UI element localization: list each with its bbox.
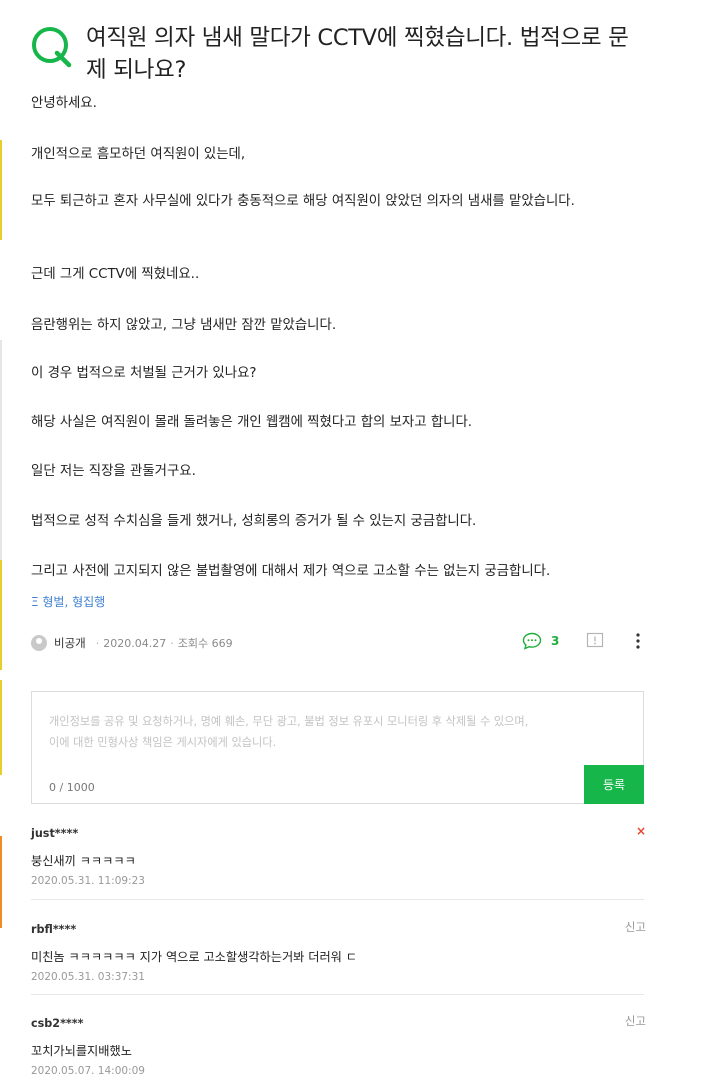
comment-form[interactable]: 개인정보를 공유 및 요청하거나, 명예 훼손, 무단 광고, 불법 정보 유포… [31,691,644,804]
comment-text: 꼬치가뇌를지배했노 [31,1044,132,1058]
body-paragraph: 법적으로 성적 수치심을 들게 했거나, 성희롱의 증거가 될 수 있는지 궁금… [31,514,477,529]
comment-date: 2020.05.07. 14:00:09 [31,1065,145,1077]
avatar-icon [31,635,47,651]
report-icon[interactable] [586,632,604,650]
left-edge-mark-gray-1 [0,340,2,560]
comment-bubble-icon[interactable] [522,632,542,650]
body-paragraph: 모두 퇴근하고 혼자 사무실에 있다가 충동적으로 해당 여직원이 앉았던 의자… [31,194,575,209]
character-counter: 0 / 1000 [49,781,95,794]
question-actions: 3 [522,632,640,650]
submit-comment-button[interactable]: 등록 [584,765,644,804]
question-q-icon [32,27,72,68]
left-edge-mark-yellow-2 [0,560,2,670]
question-title: 여직원 의자 냄새 말다가 CCTV에 찍혔습니다. 법적으로 문 제 되나요? [86,22,686,86]
view-count: 조회수 669 [177,637,233,650]
comment-divider [31,899,644,900]
question-title-line-1: 여직원 의자 냄새 말다가 CCTV에 찍혔습니다. 법적으로 문 [86,25,629,51]
left-edge-mark-yellow-1 [0,140,2,240]
placeholder-line-2: 이에 대한 민형사상 책임은 게시자에게 있습니다. [49,736,277,749]
placeholder-line-1: 개인정보를 공유 및 요청하거나, 명예 훼손, 무단 광고, 불법 정보 유포… [49,715,529,728]
comment-user-id[interactable]: csb2**** [31,1017,646,1030]
comment-input-placeholder[interactable]: 개인정보를 공유 및 요청하거나, 명예 훼손, 무단 광고, 불법 정보 유포… [49,711,629,753]
separator-dot: · [170,636,174,650]
category-tag-link[interactable]: Ξ 형벌, 형집행 [31,593,105,610]
report-comment-link[interactable]: 신고 [625,919,646,935]
comment-date: 2020.05.31. 03:37:31 [31,971,145,983]
delete-comment-icon[interactable]: × [636,824,646,838]
left-edge-mark-orange [0,836,2,928]
body-paragraph: 근데 그게 CCTV에 찍혔네요.. [31,267,200,282]
body-paragraph: 해당 사실은 여직원이 몰래 돌려놓은 개인 웹캠에 찍혔다고 합의 보자고 합… [31,415,473,430]
comment-item: just**** 붕신새끼 ㅋㅋㅋㅋㅋ 2020.05.31. 11:09:23… [31,824,646,887]
comment-item: rbfl**** 미친놈 ㅋㅋㅋㅋㅋㅋ 지가 역으로 고소할생각하는거봐 더러워… [31,920,646,983]
body-paragraph: 일단 저는 직장을 관둘거구요. [31,464,196,479]
body-paragraph: 그리고 사전에 고지되지 않은 불법촬영에 대해서 제가 역으로 고소할 수는 … [31,564,551,579]
comment-count[interactable]: 3 [551,634,559,648]
comment-date: 2020.05.31. 11:09:23 [31,875,145,887]
body-paragraph: 음란행위는 하지 않았고, 그냥 냄새만 잠깐 맡았습니다. [31,318,337,333]
comment-user-id[interactable]: just**** [31,827,646,840]
separator-dot: · [95,636,100,650]
comment-text: 미친놈 ㅋㅋㅋㅋㅋㅋ 지가 역으로 고소할생각하는거봐 더러워 ㄷ [31,950,357,964]
body-paragraph: 이 경우 법적으로 처벌될 근거가 있나요? [31,366,257,381]
more-vertical-icon[interactable] [636,633,640,649]
author-name: 비공개 [54,636,86,650]
question-title-line-2: 제 되나요? [86,57,187,83]
report-comment-link[interactable]: 신고 [625,1013,646,1029]
comment-text: 붕신새끼 ㅋㅋㅋㅋㅋ [31,854,136,868]
post-date: 2020.04.27 [103,636,167,650]
body-paragraph: 안녕하세요. [31,96,97,111]
left-edge-mark-yellow-3 [0,680,2,775]
comment-user-id[interactable]: rbfl**** [31,923,646,936]
comment-divider [31,994,644,995]
body-paragraph: 개인적으로 흠모하던 여직원이 있는데, [31,147,246,162]
comment-item: csb2**** 꼬치가뇌를지배했노 2020.05.07. 14:00:09 … [31,1014,646,1077]
question-meta: 비공개 · 2020.04.27 · 조회수 669 [31,633,233,653]
